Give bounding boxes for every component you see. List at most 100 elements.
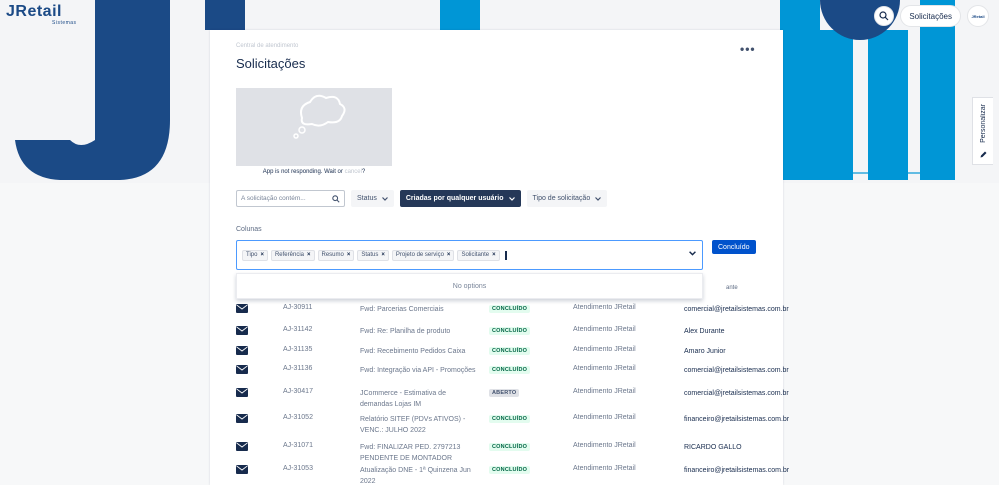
request-type-filter-dropdown[interactable]: Tipo de solicitação (526, 190, 608, 207)
request-summary[interactable]: Fwd: Parcerias Comerciais (360, 304, 478, 315)
app-not-responding-message: App is not responding. Wait or cancel? (236, 169, 392, 175)
request-type-filter-label: Tipo de solicitação (532, 195, 591, 202)
no-options-menu: No options (236, 273, 703, 299)
table-row[interactable]: AJ-31071 Fwd: FINALIZAR PED. 2797213 PEND… (236, 442, 766, 465)
chevron-down-icon (508, 196, 515, 201)
request-reference[interactable]: AJ-31135 (283, 346, 312, 353)
status-badge: ABERTO (489, 389, 520, 397)
request-summary[interactable]: Fwd: Integração via API - Promoções (360, 365, 478, 376)
requester: Alex Durante (684, 328, 725, 335)
table-row[interactable]: AJ-31053 Atualização DNE - 1ª Quinzena Ju… (236, 465, 789, 485)
column-tag[interactable]: Status × (357, 249, 389, 261)
requester: comercial@jretailsistemas.com.br (684, 367, 789, 374)
columns-label: Colunas (236, 226, 262, 233)
table-row[interactable]: AJ-30911 Fwd: Parcerias Comerciais CONCLUÍ… (236, 304, 789, 327)
envelope-icon (236, 346, 248, 355)
service-project: Atendimento JRetail (573, 388, 636, 395)
done-button[interactable]: Concluído (712, 240, 756, 254)
remove-tag-icon[interactable]: × (347, 252, 351, 258)
request-summary[interactable]: Fwd: Recebimento Pedidos Caixa (360, 346, 478, 357)
table-row[interactable]: AJ-31052 Relatório SITEF (PDVs ATIVOS) - … (236, 414, 789, 437)
service-project: Atendimento JRetail (573, 442, 636, 449)
request-summary[interactable]: Fwd: FINALIZAR PED. 2797213 PENDENTE DE … (360, 442, 478, 464)
column-tag-label: Status (361, 252, 379, 258)
brand-logo[interactable]: JRetail Sistemas (6, 3, 76, 26)
chevron-down-icon[interactable] (689, 251, 696, 256)
requests-button[interactable]: Solicitações (900, 5, 961, 27)
breadcrumb[interactable]: Central de atendimento (236, 43, 298, 49)
service-project: Atendimento JRetail (573, 365, 636, 372)
column-tag-label: Referência (274, 252, 304, 258)
request-reference[interactable]: AJ-31052 (283, 414, 313, 421)
envelope-icon (236, 465, 248, 474)
status-filter-dropdown[interactable]: Status (351, 190, 394, 207)
columns-multiselect[interactable]: Tipo × Referência × Resumo × Status × Projet… (236, 240, 703, 270)
request-reference[interactable]: AJ-31142 (283, 326, 312, 333)
request-reference[interactable]: AJ-31136 (283, 365, 312, 372)
app-msg-text: App is not responding. Wait or (262, 169, 343, 175)
request-summary[interactable]: Fwd: Re: Planilha de produto (360, 326, 478, 337)
cancel-link[interactable]: cancel (345, 169, 362, 175)
brand-sub: Sistemas (52, 20, 77, 26)
request-summary[interactable]: Relatório SITEF (PDVs ATIVOS) - VENC.: J… (360, 414, 478, 436)
column-tag[interactable]: Resumo × (317, 249, 355, 261)
status-badge: CONCLUÍDO (489, 347, 531, 355)
personalize-tab[interactable]: Personalizar (972, 97, 993, 165)
main-card: Central de atendimento Solicitações ••• … (210, 30, 789, 485)
page-title: Solicitações (236, 56, 306, 71)
envelope-icon (236, 442, 248, 451)
envelope-icon (236, 326, 248, 335)
status-filter-label: Status (357, 195, 377, 202)
envelope-icon (236, 388, 248, 397)
top-actions: Solicitações JRetail (874, 5, 989, 27)
service-project: Atendimento JRetail (573, 465, 636, 472)
remove-tag-icon[interactable]: × (260, 252, 264, 258)
request-reference[interactable]: AJ-31053 (283, 465, 313, 472)
status-badge: CONCLUÍDO (489, 327, 531, 335)
remove-tag-icon[interactable]: × (307, 252, 311, 258)
request-summary[interactable]: JCommerce - Estimativa de demandas Lojas… (360, 388, 478, 410)
service-project: Atendimento JRetail (573, 414, 636, 421)
requester-column-header[interactable]: ante (726, 285, 738, 291)
created-by-filter-dropdown[interactable]: Criadas por qualquer usuário (399, 190, 521, 207)
column-tag[interactable]: Solicitante × (457, 249, 500, 261)
service-project: Atendimento JRetail (573, 346, 636, 353)
table-row[interactable]: AJ-31136 Fwd: Integração via API - Promoç… (236, 365, 789, 388)
more-options-button[interactable]: ••• (740, 42, 756, 56)
request-reference[interactable]: AJ-30911 (283, 304, 312, 311)
service-project: Atendimento JRetail (573, 326, 636, 333)
request-summary[interactable]: Atualização DNE - 1ª Quinzena Jun 2022 (360, 465, 478, 485)
column-tag-label: Tipo (246, 252, 258, 258)
remove-tag-icon[interactable]: × (492, 252, 496, 258)
status-badge: CONCLUÍDO (489, 466, 531, 474)
envelope-icon (236, 304, 248, 313)
search-button[interactable] (874, 6, 895, 26)
filter-bar: A solicitação contém... Status Criadas p… (236, 190, 608, 207)
status-badge: CONCLUÍDO (489, 443, 531, 451)
personalize-label: Personalizar (979, 104, 987, 143)
request-reference[interactable]: AJ-31071 (283, 442, 313, 449)
requester: Amaro Junior (684, 348, 726, 355)
created-by-filter-label: Criadas por qualquer usuário (405, 195, 504, 202)
search-icon (332, 194, 340, 203)
requester: RICARDO GALLO (684, 444, 742, 451)
app-msg-suffix: ? (361, 169, 366, 175)
requester: comercial@jretailsistemas.com.br (684, 390, 789, 397)
service-project: Atendimento JRetail (573, 304, 636, 311)
search-input[interactable]: A solicitação contém... (236, 190, 345, 207)
table-row[interactable]: AJ-30417 JCommerce - Estimativa de demand… (236, 388, 789, 411)
request-reference[interactable]: AJ-30417 (283, 388, 313, 395)
column-tag[interactable]: Projeto de serviço × (391, 249, 455, 261)
chevron-down-icon (381, 196, 388, 201)
column-tag-label: Projeto de serviço (395, 252, 444, 258)
column-tag-label: Resumo (321, 252, 344, 258)
column-tag-label: Solicitante (461, 252, 490, 258)
remove-tag-icon[interactable]: × (381, 252, 385, 258)
remove-tag-icon[interactable]: × (447, 252, 451, 258)
thought-bubble-icon (293, 94, 346, 139)
column-tag[interactable]: Referência × (270, 249, 315, 261)
requester: comercial@jretailsistemas.com.br (684, 306, 789, 313)
avatar[interactable]: JRetail (967, 5, 989, 27)
chevron-down-icon (595, 196, 602, 201)
column-tag[interactable]: Tipo × (242, 249, 268, 261)
